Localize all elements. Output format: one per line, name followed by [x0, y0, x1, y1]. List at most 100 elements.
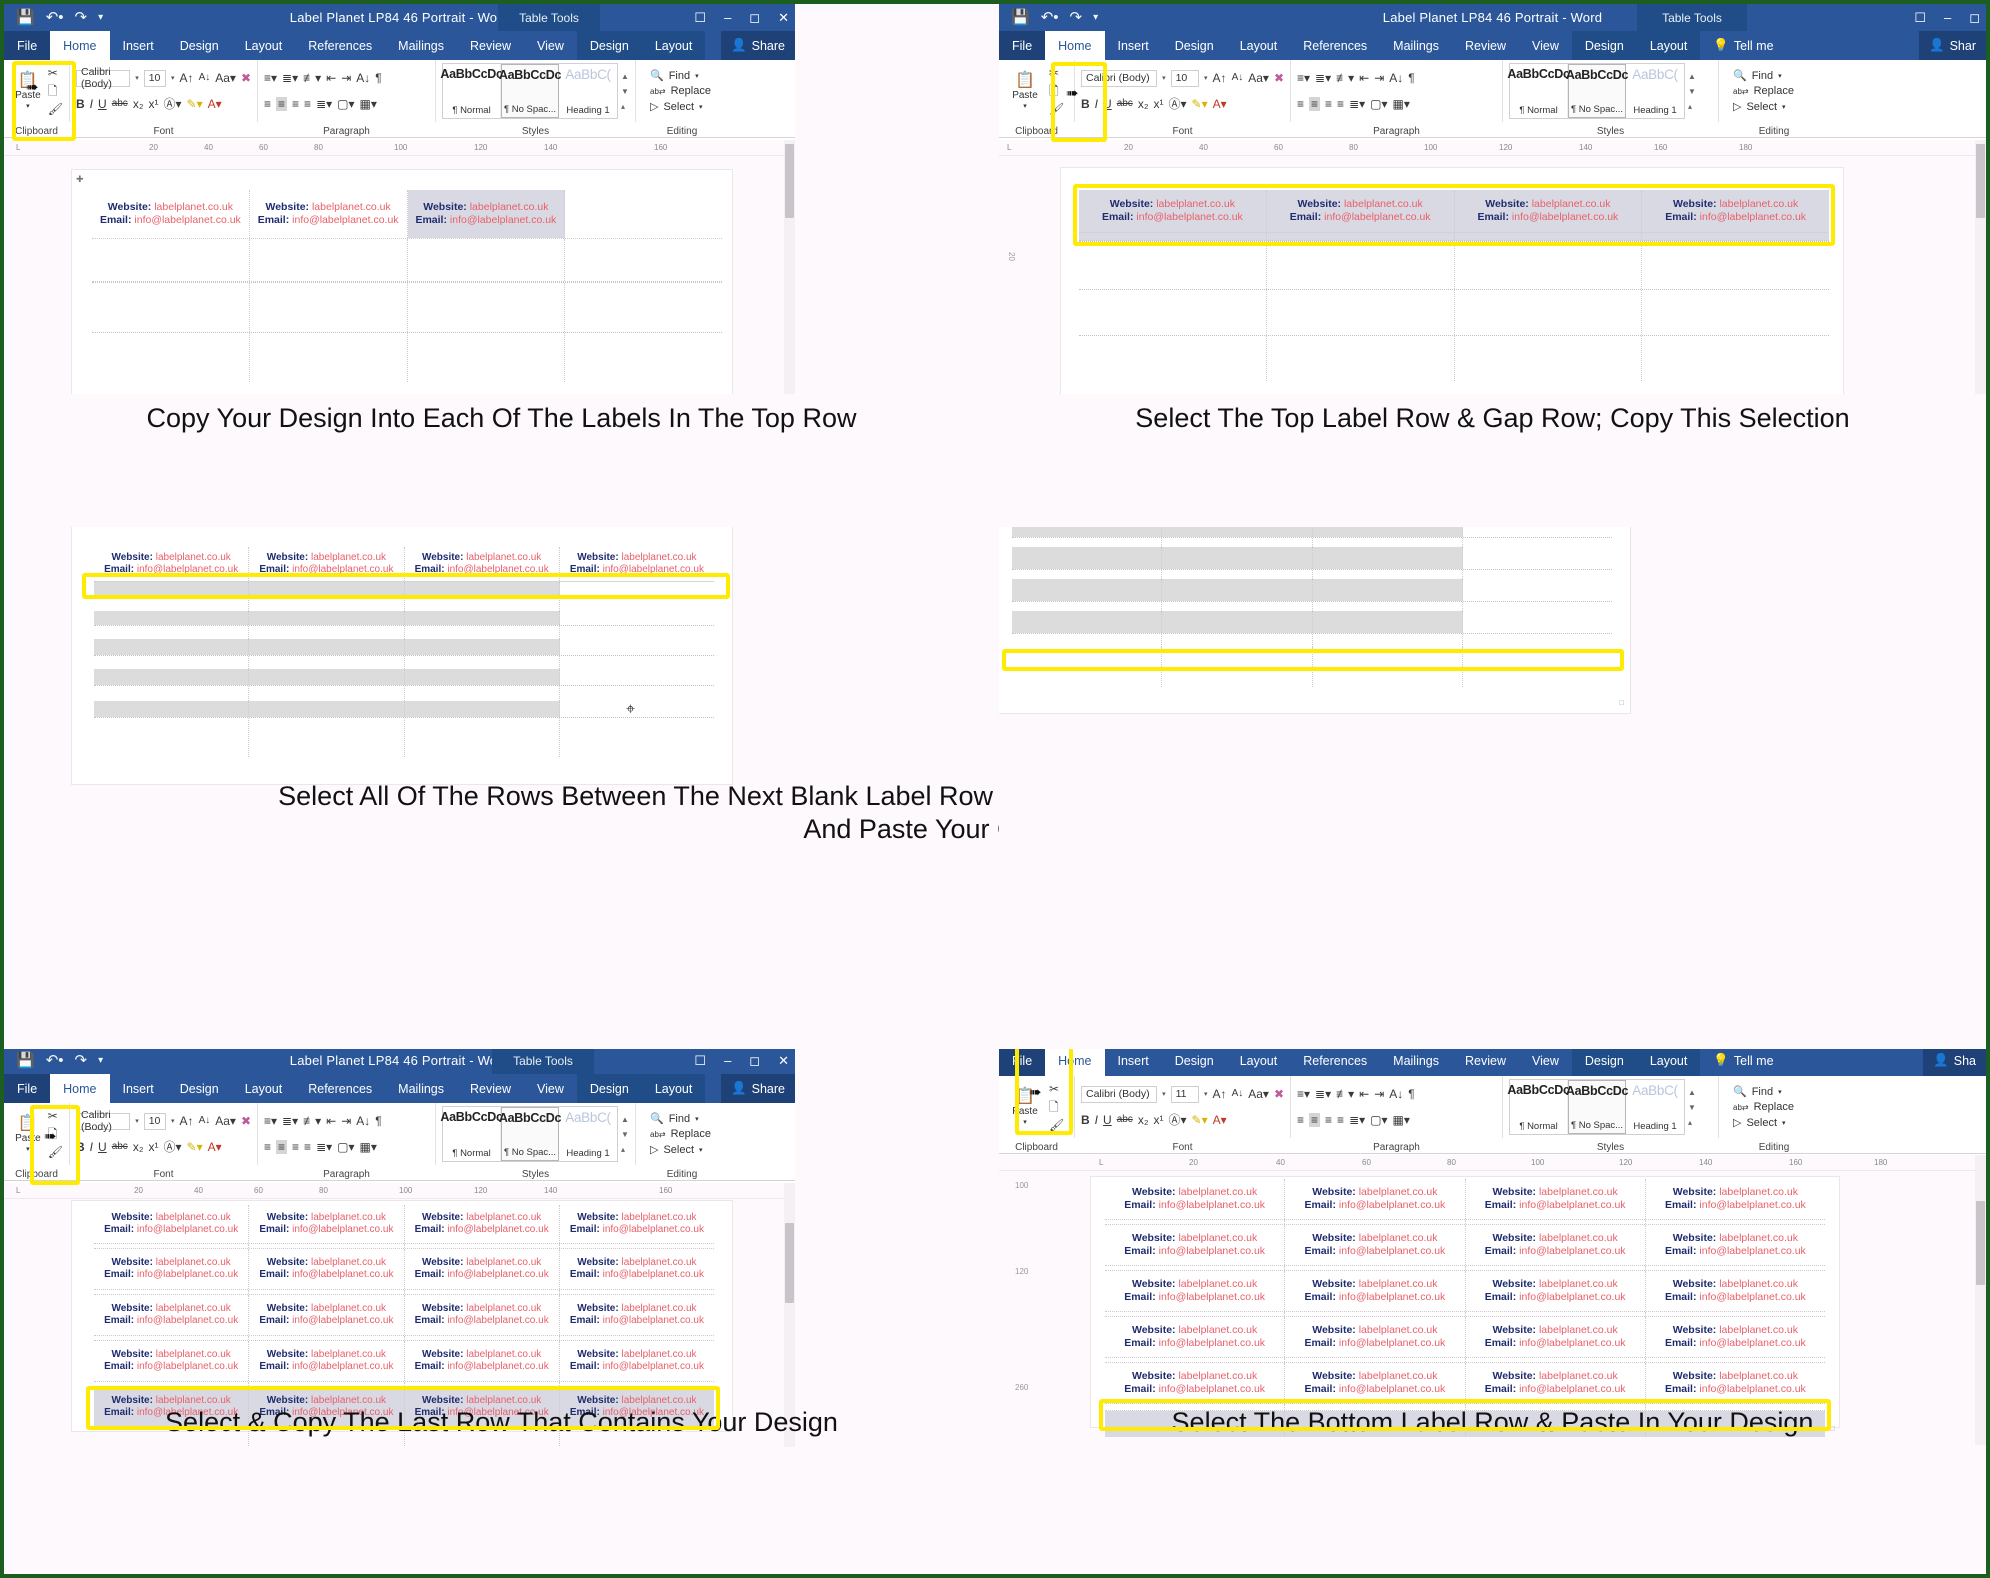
- text-highlight-color-icon[interactable]: ✎▾: [1192, 98, 1208, 110]
- decrease-indent-icon[interactable]: ⇤: [1359, 1088, 1369, 1100]
- label-row-empty[interactable]: [94, 655, 714, 669]
- label-cell[interactable]: Website: labelplanet.co.uk Email: info@l…: [1285, 1179, 1466, 1219]
- increase-indent-icon[interactable]: ⇥: [341, 1115, 351, 1127]
- label-row-empty[interactable]: [94, 597, 714, 611]
- subscript-icon[interactable]: x₂: [1138, 1114, 1149, 1126]
- gap-cell[interactable]: [94, 1290, 250, 1294]
- tab-file[interactable]: File: [999, 1049, 1046, 1076]
- gap-cell[interactable]: [250, 239, 408, 281]
- undo-icon[interactable]: ↶•: [46, 10, 64, 25]
- chevron-down-icon[interactable]: ▾: [171, 1117, 175, 1125]
- label-cell-empty[interactable]: [565, 190, 722, 238]
- tab-file[interactable]: File: [4, 31, 51, 60]
- text-effects-icon[interactable]: Ⓐ▾: [163, 1141, 181, 1153]
- tab-table-layout[interactable]: Layout: [1636, 1049, 1701, 1076]
- gap-row[interactable]: [1012, 537, 1612, 547]
- gray-row[interactable]: [94, 639, 714, 655]
- borders-icon[interactable]: ▦▾: [1393, 1114, 1410, 1126]
- gap-cell[interactable]: [1313, 538, 1463, 547]
- multilevel-list-icon[interactable]: ≢▾: [303, 72, 321, 84]
- minimize-icon[interactable]: –: [1944, 10, 1951, 25]
- paste-button[interactable]: 📋 Paste ▾: [10, 1115, 46, 1153]
- label-table-6[interactable]: Website: labelplanet.co.uk Email: info@l…: [1105, 1179, 1825, 1437]
- quick-access-toolbar[interactable]: 💾 ↶• ↷ ▾: [999, 10, 1098, 25]
- label-cell-empty[interactable]: [405, 718, 560, 757]
- bullets-icon[interactable]: ≡▾: [1297, 72, 1310, 84]
- numbering-icon[interactable]: ≣▾: [282, 1115, 298, 1127]
- gray-cell[interactable]: [1162, 527, 1313, 537]
- format-painter-icon[interactable]: 🖌: [48, 1146, 63, 1158]
- style-heading-1[interactable]: AaBbC( Heading 1: [1626, 1080, 1684, 1134]
- gap-cell[interactable]: [1463, 634, 1612, 647]
- align-center-icon[interactable]: ≡: [276, 1140, 288, 1154]
- tab-home[interactable]: Home: [1045, 31, 1105, 60]
- window-controls[interactable]: ☐ – ◻ ✕: [694, 1049, 789, 1074]
- gap-cell[interactable]: [405, 1382, 560, 1386]
- styles-scroll-up-icon[interactable]: ▲: [1688, 72, 1696, 81]
- table-move-handle-icon[interactable]: ✚: [76, 174, 84, 185]
- label-cell-empty[interactable]: [405, 626, 560, 639]
- gap-cell[interactable]: [1285, 1358, 1466, 1362]
- gap-cell[interactable]: [1105, 1312, 1286, 1316]
- style-normal[interactable]: AaBbCcDc ¶ Normal: [1507, 1080, 1570, 1134]
- tab-design[interactable]: Design: [167, 1074, 232, 1103]
- gray-cell[interactable]: [559, 611, 714, 625]
- horizontal-ruler[interactable]: 20 40 60 80 100 120 140 160 180 L: [999, 140, 1986, 156]
- label-cell[interactable]: Website: labelplanet.co.uk Email: info@l…: [1646, 1225, 1825, 1265]
- font-name-input[interactable]: Calibri (Body): [76, 66, 131, 90]
- tab-tell-me[interactable]: 💡 Tell me: [1700, 1049, 1786, 1076]
- label-cell[interactable]: Website: labelplanet.co.uk Email: info@l…: [249, 1249, 405, 1289]
- label-cell-empty[interactable]: [92, 283, 250, 332]
- gap-cell[interactable]: [94, 1244, 250, 1248]
- change-case-icon[interactable]: Aa▾: [215, 72, 236, 84]
- gray-row[interactable]: [1012, 579, 1612, 601]
- bold-icon[interactable]: B: [1081, 1114, 1090, 1126]
- tab-references[interactable]: References: [295, 31, 385, 60]
- increase-indent-icon[interactable]: ⇥: [1374, 72, 1384, 84]
- align-center-icon[interactable]: ≡: [1309, 97, 1321, 111]
- document-page-6[interactable]: Website: labelplanet.co.uk Email: info@l…: [1091, 1177, 1839, 1437]
- gap-cell[interactable]: [405, 1290, 560, 1294]
- tab-design[interactable]: Design: [167, 31, 232, 60]
- align-right-icon[interactable]: ≡: [292, 1141, 299, 1153]
- align-center-icon[interactable]: ≡: [1309, 1113, 1321, 1127]
- redo-icon[interactable]: ↷: [1070, 10, 1083, 25]
- gap-row-selected[interactable]: [1079, 232, 1829, 241]
- save-icon[interactable]: 💾: [16, 1053, 35, 1068]
- tab-mailings[interactable]: Mailings: [385, 31, 457, 60]
- cut-scissors-icon[interactable]: ✂: [1049, 1083, 1064, 1095]
- gray-cell[interactable]: [1462, 611, 1612, 633]
- gap-cell[interactable]: [1642, 233, 1829, 240]
- format-painter-icon[interactable]: 🖌: [48, 103, 63, 115]
- text-highlight-color-icon[interactable]: ✎▾: [1192, 1114, 1208, 1126]
- find-button[interactable]: 🔍 Find ▾: [1733, 69, 1823, 83]
- select-button[interactable]: ▷ Select ▾: [650, 1143, 722, 1157]
- label-cell[interactable]: Website: labelplanet.co.uk Email: info@l…: [1285, 1225, 1466, 1265]
- label-cell-empty[interactable]: [565, 333, 722, 382]
- label-cell[interactable]: Website: labelplanet.co.uk Email: info@l…: [1466, 1317, 1646, 1357]
- superscript-icon[interactable]: x¹: [1153, 98, 1163, 110]
- chevron-down-icon[interactable]: ▾: [1204, 1090, 1208, 1098]
- gray-cell[interactable]: [1313, 547, 1463, 569]
- gray-cell[interactable]: [1462, 547, 1612, 569]
- document-page-3[interactable]: Website: labelplanet.co.uk Email: info@l…: [72, 527, 732, 784]
- save-icon[interactable]: 💾: [16, 10, 35, 25]
- decrease-indent-icon[interactable]: ⇤: [1359, 72, 1369, 84]
- paste-dropdown-icon[interactable]: ▾: [1023, 102, 1027, 110]
- gray-cell[interactable]: [94, 611, 250, 625]
- label-cell-empty[interactable]: [560, 656, 714, 669]
- customize-qat-icon[interactable]: ▾: [98, 1055, 103, 1066]
- document-page-5[interactable]: Website: labelplanet.co.uk Email: info@l…: [72, 1201, 732, 1447]
- label-cell-empty[interactable]: [1079, 290, 1267, 335]
- gray-cell[interactable]: [249, 701, 405, 717]
- replace-button[interactable]: ab⇄ Replace: [650, 85, 722, 97]
- gap-cell[interactable]: [94, 582, 250, 596]
- bullets-icon[interactable]: ≡▾: [264, 1115, 277, 1127]
- document-page-2[interactable]: Website: labelplanet.co.uk Email: info@l…: [1061, 168, 1843, 394]
- gray-cell[interactable]: [1162, 579, 1313, 601]
- underline-icon[interactable]: U: [98, 1141, 107, 1153]
- label-cell[interactable]: Website: labelplanet.co.uk Email: info@l…: [249, 1341, 405, 1381]
- numbering-icon[interactable]: ≣▾: [1315, 1088, 1331, 1100]
- change-case-icon[interactable]: Aa▾: [215, 1115, 236, 1127]
- label-cell[interactable]: Website: labelplanet.co.uk Email: info@l…: [560, 1205, 714, 1243]
